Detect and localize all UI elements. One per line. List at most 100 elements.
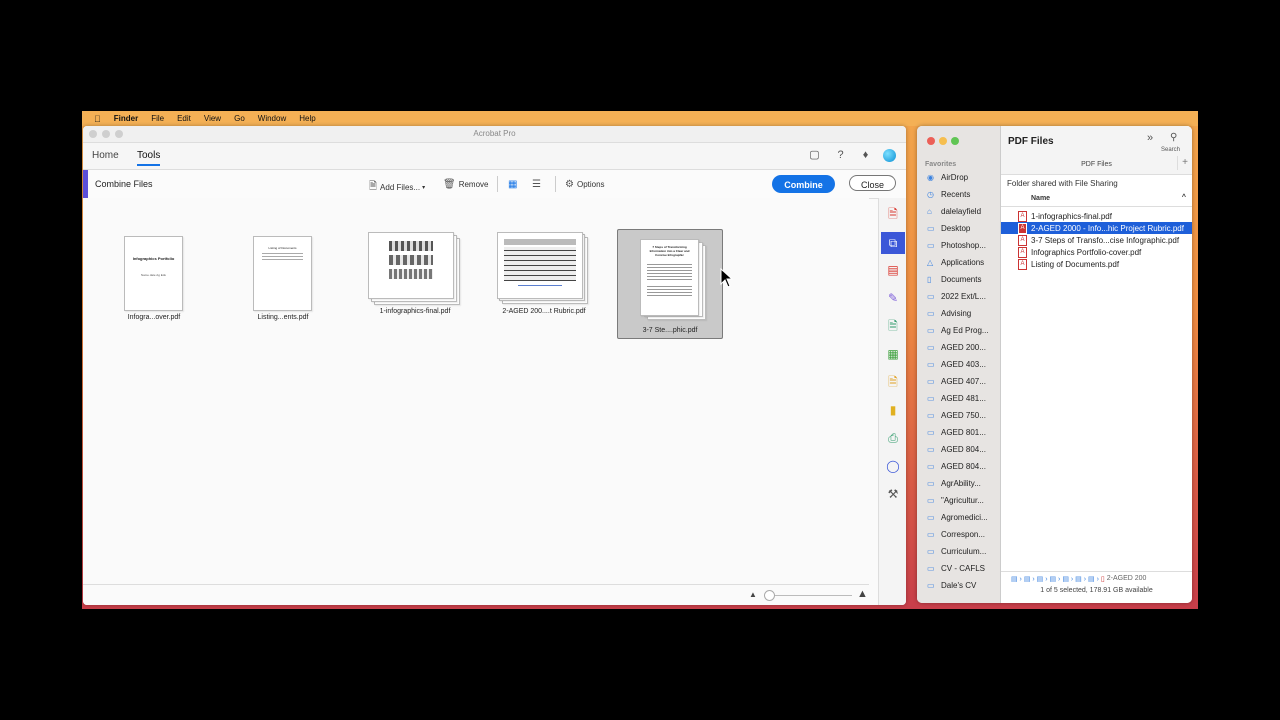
file-row[interactable]: A 2-AGED 2000 - Info...hic Project Rubric… — [1001, 222, 1192, 234]
tab-tools[interactable]: Tools — [137, 150, 161, 166]
file-row[interactable]: A Listing of Documents.pdf — [1001, 258, 1192, 270]
share-screen-icon[interactable]: ▢ — [808, 149, 821, 162]
bell-icon[interactable]: ♦ — [859, 149, 872, 162]
close-window-button[interactable] — [89, 130, 97, 138]
close-button[interactable]: Close — [849, 175, 896, 191]
folder-icon: ▭ — [927, 547, 935, 556]
folder-icon: ▭ — [927, 377, 935, 386]
sidebar-item[interactable]: ▭ AGED 801... — [927, 428, 986, 437]
list-view-button[interactable]: ☰ — [532, 179, 544, 190]
sidebar-item[interactable]: ▭ AGED 200... — [927, 343, 986, 352]
combine-files-icon[interactable]: ⧉ — [881, 232, 905, 254]
create-pdf-icon[interactable]: 🗎 — [885, 206, 901, 222]
menu-edit[interactable]: Edit — [177, 114, 191, 123]
add-files-button[interactable]: 🗎 Add Files... ▾ — [369, 179, 425, 196]
scan-icon[interactable]: ⎙ — [885, 430, 901, 446]
request-signature-icon[interactable]: 🗎 — [885, 374, 901, 390]
sidebar-item[interactable]: △ Applications — [927, 258, 984, 267]
finder-tab-label[interactable]: PDF Files — [1001, 161, 1192, 168]
sidebar-item[interactable]: ▭ AGED 750... — [927, 411, 986, 420]
folder-icon: ▭ — [927, 479, 935, 488]
sidebar-item[interactable]: ▭ AGED 804... — [927, 445, 986, 454]
finder-minimize-button[interactable] — [939, 137, 947, 145]
export-pdf-icon[interactable]: 🗎 — [885, 318, 901, 334]
folder-icon: ▭ — [927, 428, 935, 437]
path-disk-icon[interactable]: ▤ › ▤ › ▤ › ▤ › ▤ › ▤ › ▤ › — [1011, 575, 1099, 583]
sidebar-item[interactable]: ▭ AGED 481... — [927, 394, 986, 403]
path-current[interactable]: 2-AGED 200 — [1107, 575, 1147, 582]
sidebar-item[interactable]: ▭ Ag Ed Prog... — [927, 326, 989, 335]
menu-window[interactable]: Window — [258, 114, 286, 123]
column-header[interactable]: Name ^ — [1001, 192, 1192, 207]
comment-icon[interactable]: ▮ — [885, 402, 901, 418]
add-tab-button[interactable]: + — [1177, 156, 1192, 170]
tab-home[interactable]: Home — [92, 150, 119, 161]
sidebar-item-label: Advising — [941, 309, 972, 318]
sidebar-item[interactable]: ▭ 2022 Ext/L... — [927, 292, 986, 301]
more-tools-icon[interactable]: ⚒ — [885, 486, 901, 502]
fill-sign-icon[interactable]: ✎ — [885, 290, 901, 306]
menu-file[interactable]: File — [151, 114, 164, 123]
file-row[interactable]: A Infographics Portfolio-cover.pdf — [1001, 246, 1192, 258]
remove-button[interactable]: 🗑 Remove — [443, 179, 489, 190]
menu-finder[interactable]: Finder — [114, 114, 138, 123]
sidebar-item[interactable]: ▭ Advising — [927, 309, 971, 318]
help-icon[interactable]: ? — [834, 149, 847, 162]
sidebar-item[interactable]: ▭ "Agricultur... — [927, 496, 984, 505]
sidebar-item[interactable]: ◷ Recents — [927, 190, 970, 199]
folder-icon: ▭ — [927, 343, 935, 352]
page-preview — [497, 232, 583, 299]
sidebar-item[interactable]: ▭ AGED 804... — [927, 462, 986, 471]
finder-zoom-button[interactable] — [951, 137, 959, 145]
options-label: Options — [576, 180, 605, 189]
zoom-slider-track[interactable] — [764, 595, 852, 596]
folder-icon: ▭ — [927, 326, 935, 335]
sidebar-item[interactable]: ◉ AirDrop — [927, 173, 968, 182]
sidebar-item[interactable]: ▭ Correspon... — [927, 530, 985, 539]
sidebar-item[interactable]: ▭ CV - CAFLS — [927, 564, 985, 573]
folder-icon: ▭ — [927, 411, 935, 420]
avatar[interactable] — [883, 149, 896, 162]
zoom-in-icon[interactable]: ▲ — [857, 588, 868, 600]
options-button[interactable]: ⚙ Options — [565, 179, 605, 190]
sidebar-item[interactable]: ▭ Photoshop... — [927, 241, 986, 250]
window-title: Acrobat Pro — [473, 129, 516, 138]
sidebar-item[interactable]: ▭ AGED 407... — [927, 377, 986, 386]
sidebar-item[interactable]: ▭ Dale's CV — [927, 581, 976, 590]
sidebar-item[interactable]: ▭ Desktop — [927, 224, 970, 233]
protect-shield-icon[interactable]: ◯ — [885, 458, 901, 474]
file-name: 3-7 Steps of Transfo...cise Infographic.… — [1031, 235, 1180, 245]
sidebar-item[interactable]: ▯ Documents — [927, 275, 981, 284]
page-header-band — [504, 239, 576, 245]
edit-pdf-icon[interactable]: ▦ — [885, 346, 901, 362]
sidebar-item[interactable]: ▭ Curriculum... — [927, 547, 986, 556]
sidebar-item[interactable]: ▭ AgrAbility... — [927, 479, 981, 488]
organize-pages-icon[interactable]: ▤ — [885, 262, 901, 278]
sidebar-item[interactable]: ⌂ dalelayfield — [927, 207, 981, 216]
file-row[interactable]: A 1-infographics-final.pdf — [1001, 210, 1192, 222]
menu-help[interactable]: Help — [299, 114, 315, 123]
apple-icon[interactable]:  — [94, 114, 101, 124]
page-line — [262, 253, 303, 254]
combine-button[interactable]: Combine — [772, 175, 835, 193]
menu-view[interactable]: View — [204, 114, 221, 123]
zoom-slider-thumb[interactable] — [764, 590, 775, 601]
folder-icon: ▭ — [927, 564, 935, 573]
zoom-window-button[interactable] — [115, 130, 123, 138]
menu-go[interactable]: Go — [234, 114, 245, 123]
file-thumbnail-selected[interactable]: 7 Steps of Transforming Information into… — [617, 229, 723, 339]
file-row[interactable]: A 3-7 Steps of Transfo...cise Infographic… — [1001, 234, 1192, 246]
add-files-label: Add Files... — [380, 183, 421, 192]
toolbar-divider — [555, 176, 556, 192]
clock-icon: ◷ — [927, 190, 934, 199]
finder-close-button[interactable] — [927, 137, 935, 145]
sidebar-item[interactable]: ▭ Agromedici... — [927, 513, 988, 522]
grid-view-button[interactable]: ▦ — [508, 179, 520, 190]
chevron-double-right-icon[interactable]: » — [1147, 132, 1153, 144]
sidebar-item[interactable]: ▭ AGED 403... — [927, 360, 986, 369]
page-line — [518, 285, 562, 286]
minimize-window-button[interactable] — [102, 130, 110, 138]
search-icon[interactable]: ⚲ — [1170, 132, 1177, 143]
sidebar-item-label: AGED 750... — [941, 411, 986, 420]
zoom-out-icon[interactable]: ▲ — [749, 590, 757, 599]
